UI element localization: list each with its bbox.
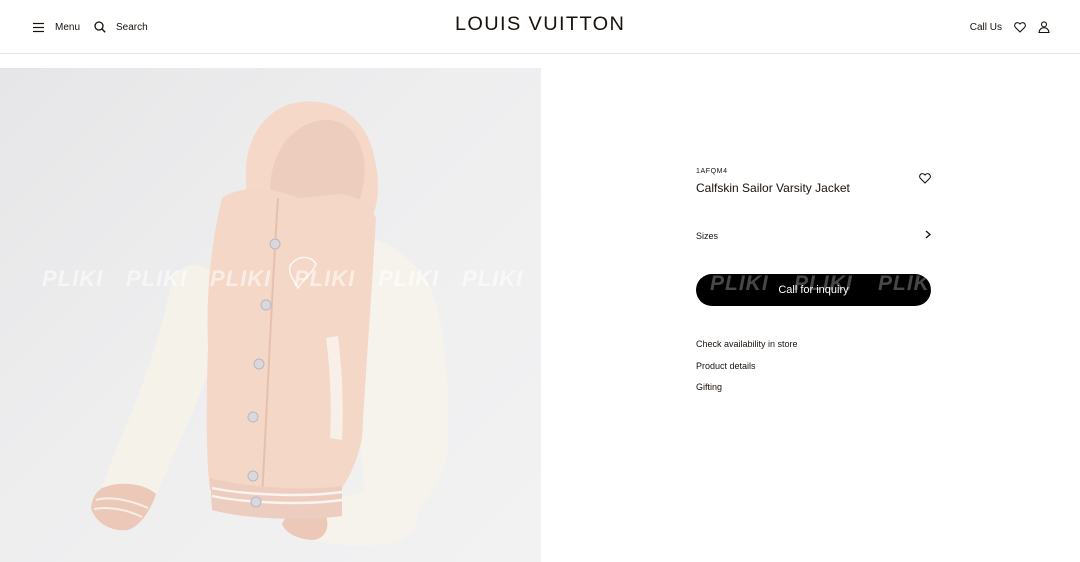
account-user-icon[interactable] — [1038, 21, 1050, 33]
header-right-group: Call Us — [970, 19, 1050, 35]
watermark-text: PLIKI — [710, 274, 769, 295]
product-sku: 1AFQM4 — [696, 168, 728, 175]
sizes-selector[interactable]: Sizes — [696, 230, 931, 241]
gifting-link[interactable]: Gifting — [696, 382, 798, 404]
chevron-right-icon — [925, 230, 931, 241]
add-to-wishlist-heart-icon[interactable] — [919, 171, 931, 189]
product-links: Check availability in store Product deta… — [696, 339, 798, 404]
watermark-text: PLIKI — [378, 266, 440, 291]
product-title: Calfskin Sailor Varsity Jacket — [696, 181, 850, 195]
check-availability-link[interactable]: Check availability in store — [696, 339, 798, 361]
sizes-label: Sizes — [696, 230, 719, 241]
product-details-link[interactable]: Product details — [696, 361, 798, 383]
watermark-text: PLIKI — [294, 266, 356, 291]
watermark-text: PLIKI — [42, 266, 104, 291]
product-image-gallery[interactable]: PLIKI PLIKI PLIKI PLIKI PLIKI PLIKI — [0, 68, 541, 562]
call-for-inquiry-button[interactable]: PLIKI PLIKI PLIKI Call for inquiry — [696, 274, 931, 306]
watermark-text: PLIKI — [462, 266, 524, 291]
call-us-link[interactable]: Call Us — [970, 22, 1002, 33]
watermark-text: PLIKI — [878, 274, 931, 295]
site-header: Menu Search LOUIS VUITTON Call Us — [0, 0, 1080, 54]
product-info-panel: 1AFQM4 Calfskin Sailor Varsity Jacket Si… — [696, 168, 931, 392]
wishlist-heart-icon[interactable] — [1014, 21, 1026, 33]
brand-logo[interactable]: LOUIS VUITTON — [0, 14, 1080, 36]
brand-logo-text: LOUIS VUITTON — [454, 14, 626, 35]
watermark-text: PLIKI — [210, 266, 272, 291]
product-image — [91, 101, 449, 546]
call-for-inquiry-label: Call for inquiry — [778, 284, 849, 296]
watermark-text: PLIKI — [126, 266, 188, 291]
